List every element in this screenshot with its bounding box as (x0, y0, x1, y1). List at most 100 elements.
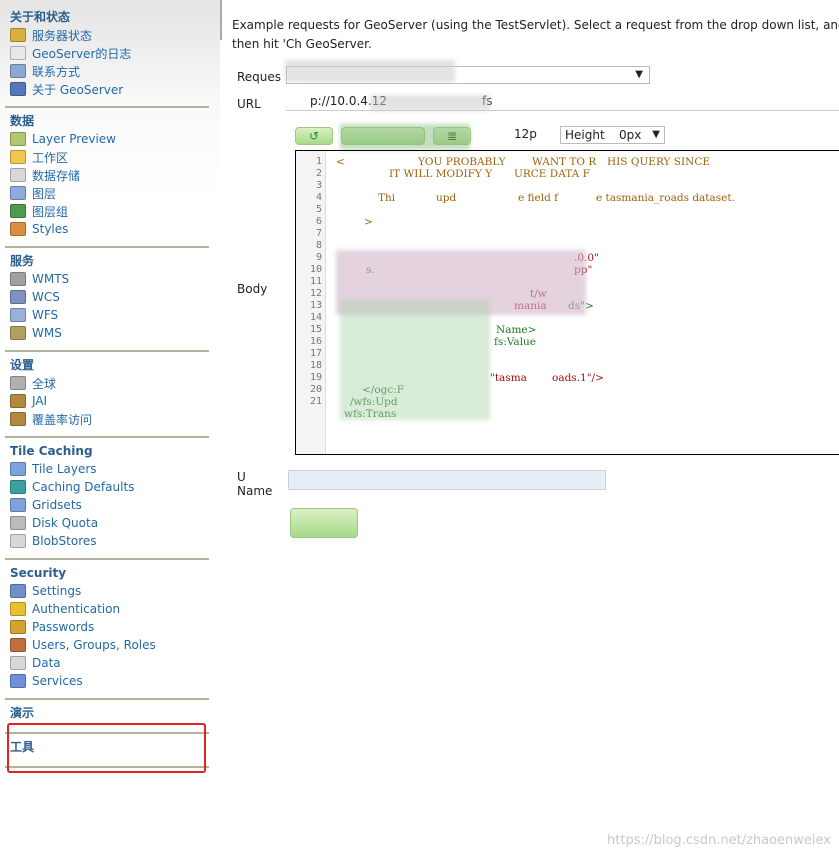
sidebar-item[interactable]: Settings (5, 582, 209, 600)
body-label: Body (237, 282, 268, 296)
sidebar-item[interactable]: 联系方式 (5, 62, 209, 80)
sidebar-item-label: Caching Defaults (32, 480, 135, 494)
height-label: Height (565, 128, 605, 142)
global-server-icon (10, 376, 26, 390)
sidebar-item-label: Services (32, 674, 83, 688)
globe-grid-icon (10, 480, 26, 494)
code-text: WANT TO R (532, 156, 597, 168)
sidebar-item[interactable]: 图层 (5, 184, 209, 202)
sidebar-divider (5, 106, 209, 108)
sidebar-section-title[interactable]: 演示 (5, 704, 209, 722)
sidebar-section-title: Tile Caching (10, 444, 93, 458)
sidebar-item[interactable]: JAI (5, 392, 209, 410)
username-input[interactable] (288, 470, 606, 490)
sidebar-item-label: WMS (32, 326, 62, 340)
url-label: URL (237, 97, 261, 111)
sidebar-item[interactable]: WMTS (5, 270, 209, 288)
help-icon (10, 82, 26, 96)
lock-icon (10, 620, 26, 634)
sidebar-item[interactable]: WMS (5, 324, 209, 342)
sidebar-section: 关于和状态 服务器状态 GeoServer的日志 联系方式 关于 GeoServer (5, 8, 209, 98)
line-number: 21 (309, 396, 322, 407)
sidebar-item[interactable]: BlobStores (5, 532, 209, 550)
sidebar-item[interactable]: 覆盖率访问 (5, 410, 209, 428)
dropdown-arrow-icon: ▼ (635, 69, 643, 80)
sidebar-item-label: Styles (32, 222, 69, 236)
sidebar-item[interactable]: Data (5, 654, 209, 672)
sidebar-item[interactable]: GeoServer的日志 (5, 44, 209, 62)
code-text: HIS QUERY SINCE (607, 156, 711, 168)
sidebar-item-label: Data (32, 656, 61, 670)
sidebar-item-label: 联系方式 (32, 64, 81, 79)
line-number: 15 (309, 324, 322, 335)
sidebar-item[interactable]: 工作区 (5, 148, 209, 166)
sidebar-item[interactable]: 关于 GeoServer (5, 80, 209, 98)
sidebar-item[interactable]: Disk Quota (5, 514, 209, 532)
line-number: 18 (309, 360, 322, 371)
code-text: e tasmania_roads dataset. (596, 192, 735, 204)
line-number: 20 (309, 384, 322, 395)
sidebar-item-label: WMTS (32, 272, 70, 286)
folder-icon (10, 150, 26, 164)
sidebar-item[interactable]: 服务器状态 (5, 26, 209, 44)
line-number: 17 (309, 348, 322, 359)
data-key-icon (10, 656, 26, 670)
submit-button[interactable] (290, 508, 358, 538)
sidebar-section: 服务 WMTS WCS WFS WMS (5, 252, 209, 342)
services-key-icon (10, 674, 26, 688)
sidebar-item[interactable]: WCS (5, 288, 209, 306)
sidebar-item[interactable]: Styles (5, 220, 209, 238)
code-text: < (336, 156, 345, 168)
wcs-server-icon (10, 290, 26, 304)
jai-image-icon (10, 394, 26, 408)
sidebar-item-label: Layer Preview (32, 132, 116, 146)
contact-card-icon (10, 64, 26, 78)
sidebar-section: 数据 Layer Preview 工作区 数据存储 图层 图层组 Styles (5, 112, 209, 238)
sidebar-item[interactable]: Passwords (5, 618, 209, 636)
sidebar-item-label: Settings (32, 584, 82, 598)
layer-preview-icon (10, 132, 26, 146)
sidebar-item[interactable]: Caching Defaults (5, 478, 209, 496)
sidebar-item[interactable]: Layer Preview (5, 130, 209, 148)
sidebar-item[interactable]: WFS (5, 306, 209, 324)
document-icon (10, 46, 26, 60)
sidebar-item[interactable]: Authentication (5, 600, 209, 618)
height-select[interactable]: Height 0px ▼ (560, 126, 665, 144)
sidebar-item-label: 关于 GeoServer (32, 82, 124, 97)
layer-group-icon (10, 204, 26, 218)
sidebar-item-label: Tile Layers (32, 462, 97, 476)
line-number: 10 (309, 264, 322, 275)
sidebar-section: Security Settings Authentication Passwords U… (5, 564, 209, 690)
sidebar-item-label: Passwords (32, 620, 95, 634)
sidebar-item[interactable]: 全球 (5, 374, 209, 392)
code-text: IT WILL MODIFY Y (389, 168, 493, 180)
sidebar-item-label: 数据存储 (32, 168, 81, 183)
code-text: "tasma (490, 372, 527, 384)
line-number: 13 (309, 300, 322, 311)
code-text: > (364, 216, 373, 228)
undo-button[interactable]: ↺ (295, 127, 333, 145)
sidebar-divider (5, 246, 209, 248)
sidebar-item-label: Authentication (32, 602, 121, 616)
sidebar-item[interactable]: 数据存储 (5, 166, 209, 184)
watermark: https://blog.csdn.net/zhaoenweiex (607, 833, 831, 848)
sidebar-section: 设置 全球 JAI 覆盖率访问 (5, 356, 209, 428)
line-number: 2 (315, 168, 322, 179)
sidebar-item[interactable]: Gridsets (5, 496, 209, 514)
height-value: 0px (619, 128, 642, 142)
url-input[interactable]: p://10.0.4.12 fs (286, 93, 839, 111)
sidebar-item[interactable]: Services (5, 672, 209, 690)
code-text: fs:Value (494, 336, 537, 348)
main-border (220, 0, 222, 40)
sidebar-item[interactable]: Users, Groups, Roles (5, 636, 209, 654)
redacted-region (340, 300, 490, 420)
page-description: Example requests for GeoServer (using th… (232, 18, 839, 51)
line-number: 4 (315, 192, 322, 203)
code-text: Thi (378, 192, 396, 204)
sidebar-item[interactable]: Tile Layers (5, 460, 209, 478)
sidebar-item[interactable]: 图层组 (5, 202, 209, 220)
sidebar-item-label: WFS (32, 308, 59, 322)
sidebar-item-label: 图层 (32, 186, 57, 201)
sidebar-section: Tile Caching Tile Layers Caching Defaults G… (5, 442, 209, 550)
redacted-region (370, 95, 490, 111)
